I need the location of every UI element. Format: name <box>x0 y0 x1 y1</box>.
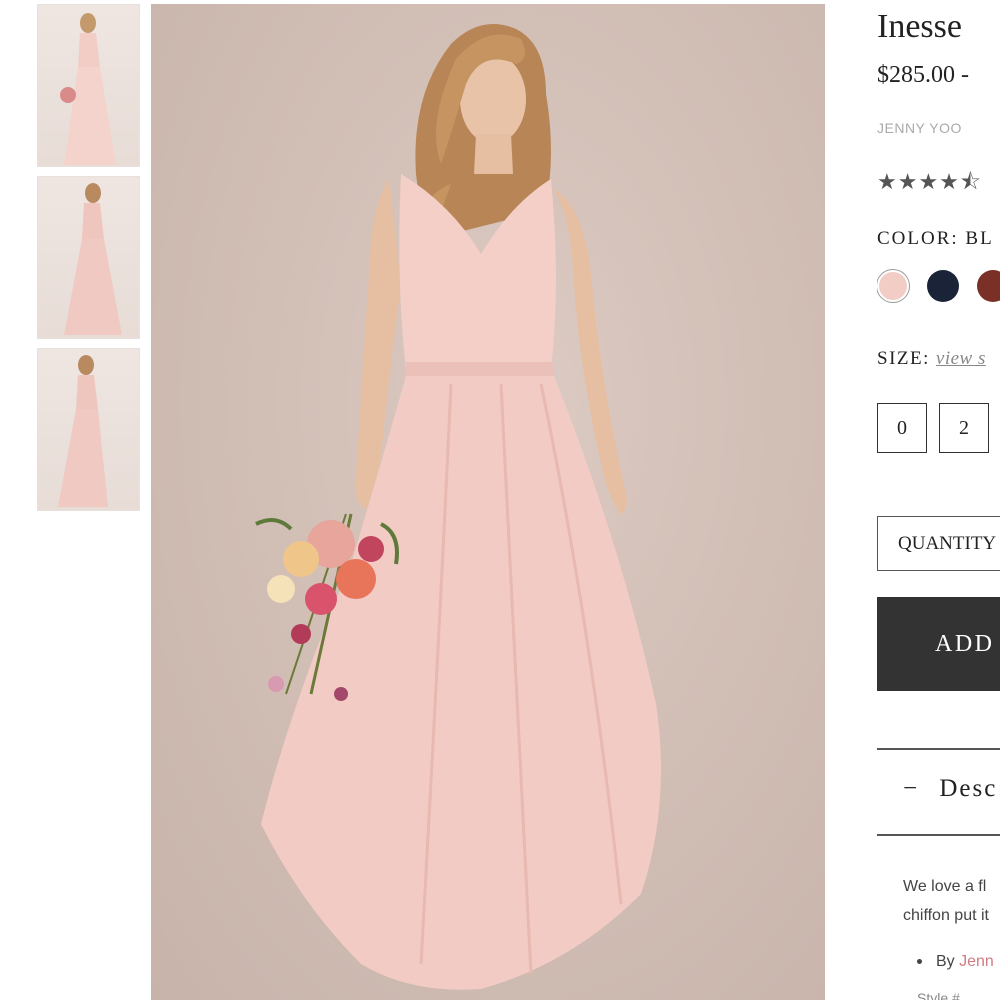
description-text: We love a fl chiffon put it <box>903 872 989 930</box>
color-swatch-rust[interactable] <box>977 270 1000 302</box>
description-bullet-2: Style # <box>917 990 960 1000</box>
size-row: SIZE: view s <box>877 348 986 370</box>
thumbnail-front-image <box>60 13 116 165</box>
rating-stars[interactable]: ★★★★⯪ <box>877 165 982 203</box>
thumbnail-back[interactable] <box>37 176 140 339</box>
bullet-icon <box>917 959 922 965</box>
designer-link[interactable]: Jenn <box>959 953 994 970</box>
divider <box>877 748 1000 750</box>
brand-name[interactable]: JENNY YOO <box>877 120 962 136</box>
description-line: We love a fl <box>903 878 987 895</box>
add-to-bag-button[interactable]: ADD <box>877 597 1000 691</box>
product-details-panel: Inesse $285.00 - JENNY YOO ★★★★⯪ COLOR: … <box>877 0 1000 1000</box>
color-swatch-navy[interactable] <box>927 270 959 302</box>
product-price: $285.00 - <box>877 62 969 88</box>
thumbnail-front[interactable] <box>37 4 140 167</box>
size-chart-link[interactable]: view s <box>936 348 986 369</box>
product-main-image[interactable] <box>151 4 825 1000</box>
minus-icon: − <box>903 775 920 802</box>
size-button-0[interactable]: 0 <box>877 403 927 453</box>
thumbnail-side[interactable] <box>37 348 140 511</box>
product-title: Inesse <box>877 8 962 45</box>
divider <box>877 834 1000 836</box>
size-button-2[interactable]: 2 <box>939 403 989 453</box>
description-header: Desc <box>939 775 998 802</box>
model-in-dress-illustration <box>255 24 661 990</box>
color-label: COLOR: BL <box>877 228 994 249</box>
description-toggle[interactable]: − Desc <box>903 775 997 803</box>
description-line: chiffon put it <box>903 907 989 924</box>
color-swatches <box>877 270 1000 302</box>
size-label: SIZE: <box>877 348 930 369</box>
bullet-prefix: By <box>936 953 955 970</box>
description-bullet: By Jenn <box>917 953 994 971</box>
thumbnail-side-image <box>58 355 108 507</box>
color-swatch-blush[interactable] <box>877 270 909 302</box>
thumbnail-list <box>37 4 140 520</box>
thumbnail-back-image <box>64 183 122 335</box>
quantity-select[interactable]: QUANTITY <box>877 516 1000 571</box>
size-options: 0 2 <box>877 403 989 453</box>
